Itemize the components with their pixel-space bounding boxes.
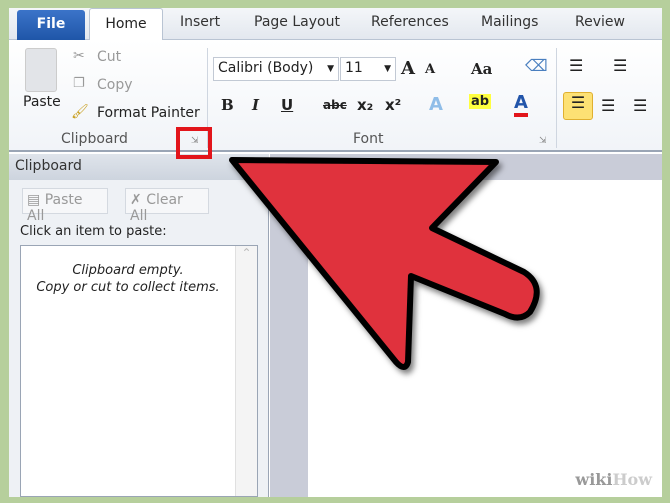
arrow-shape (229, 157, 540, 370)
pointer-arrow-icon (229, 157, 540, 370)
